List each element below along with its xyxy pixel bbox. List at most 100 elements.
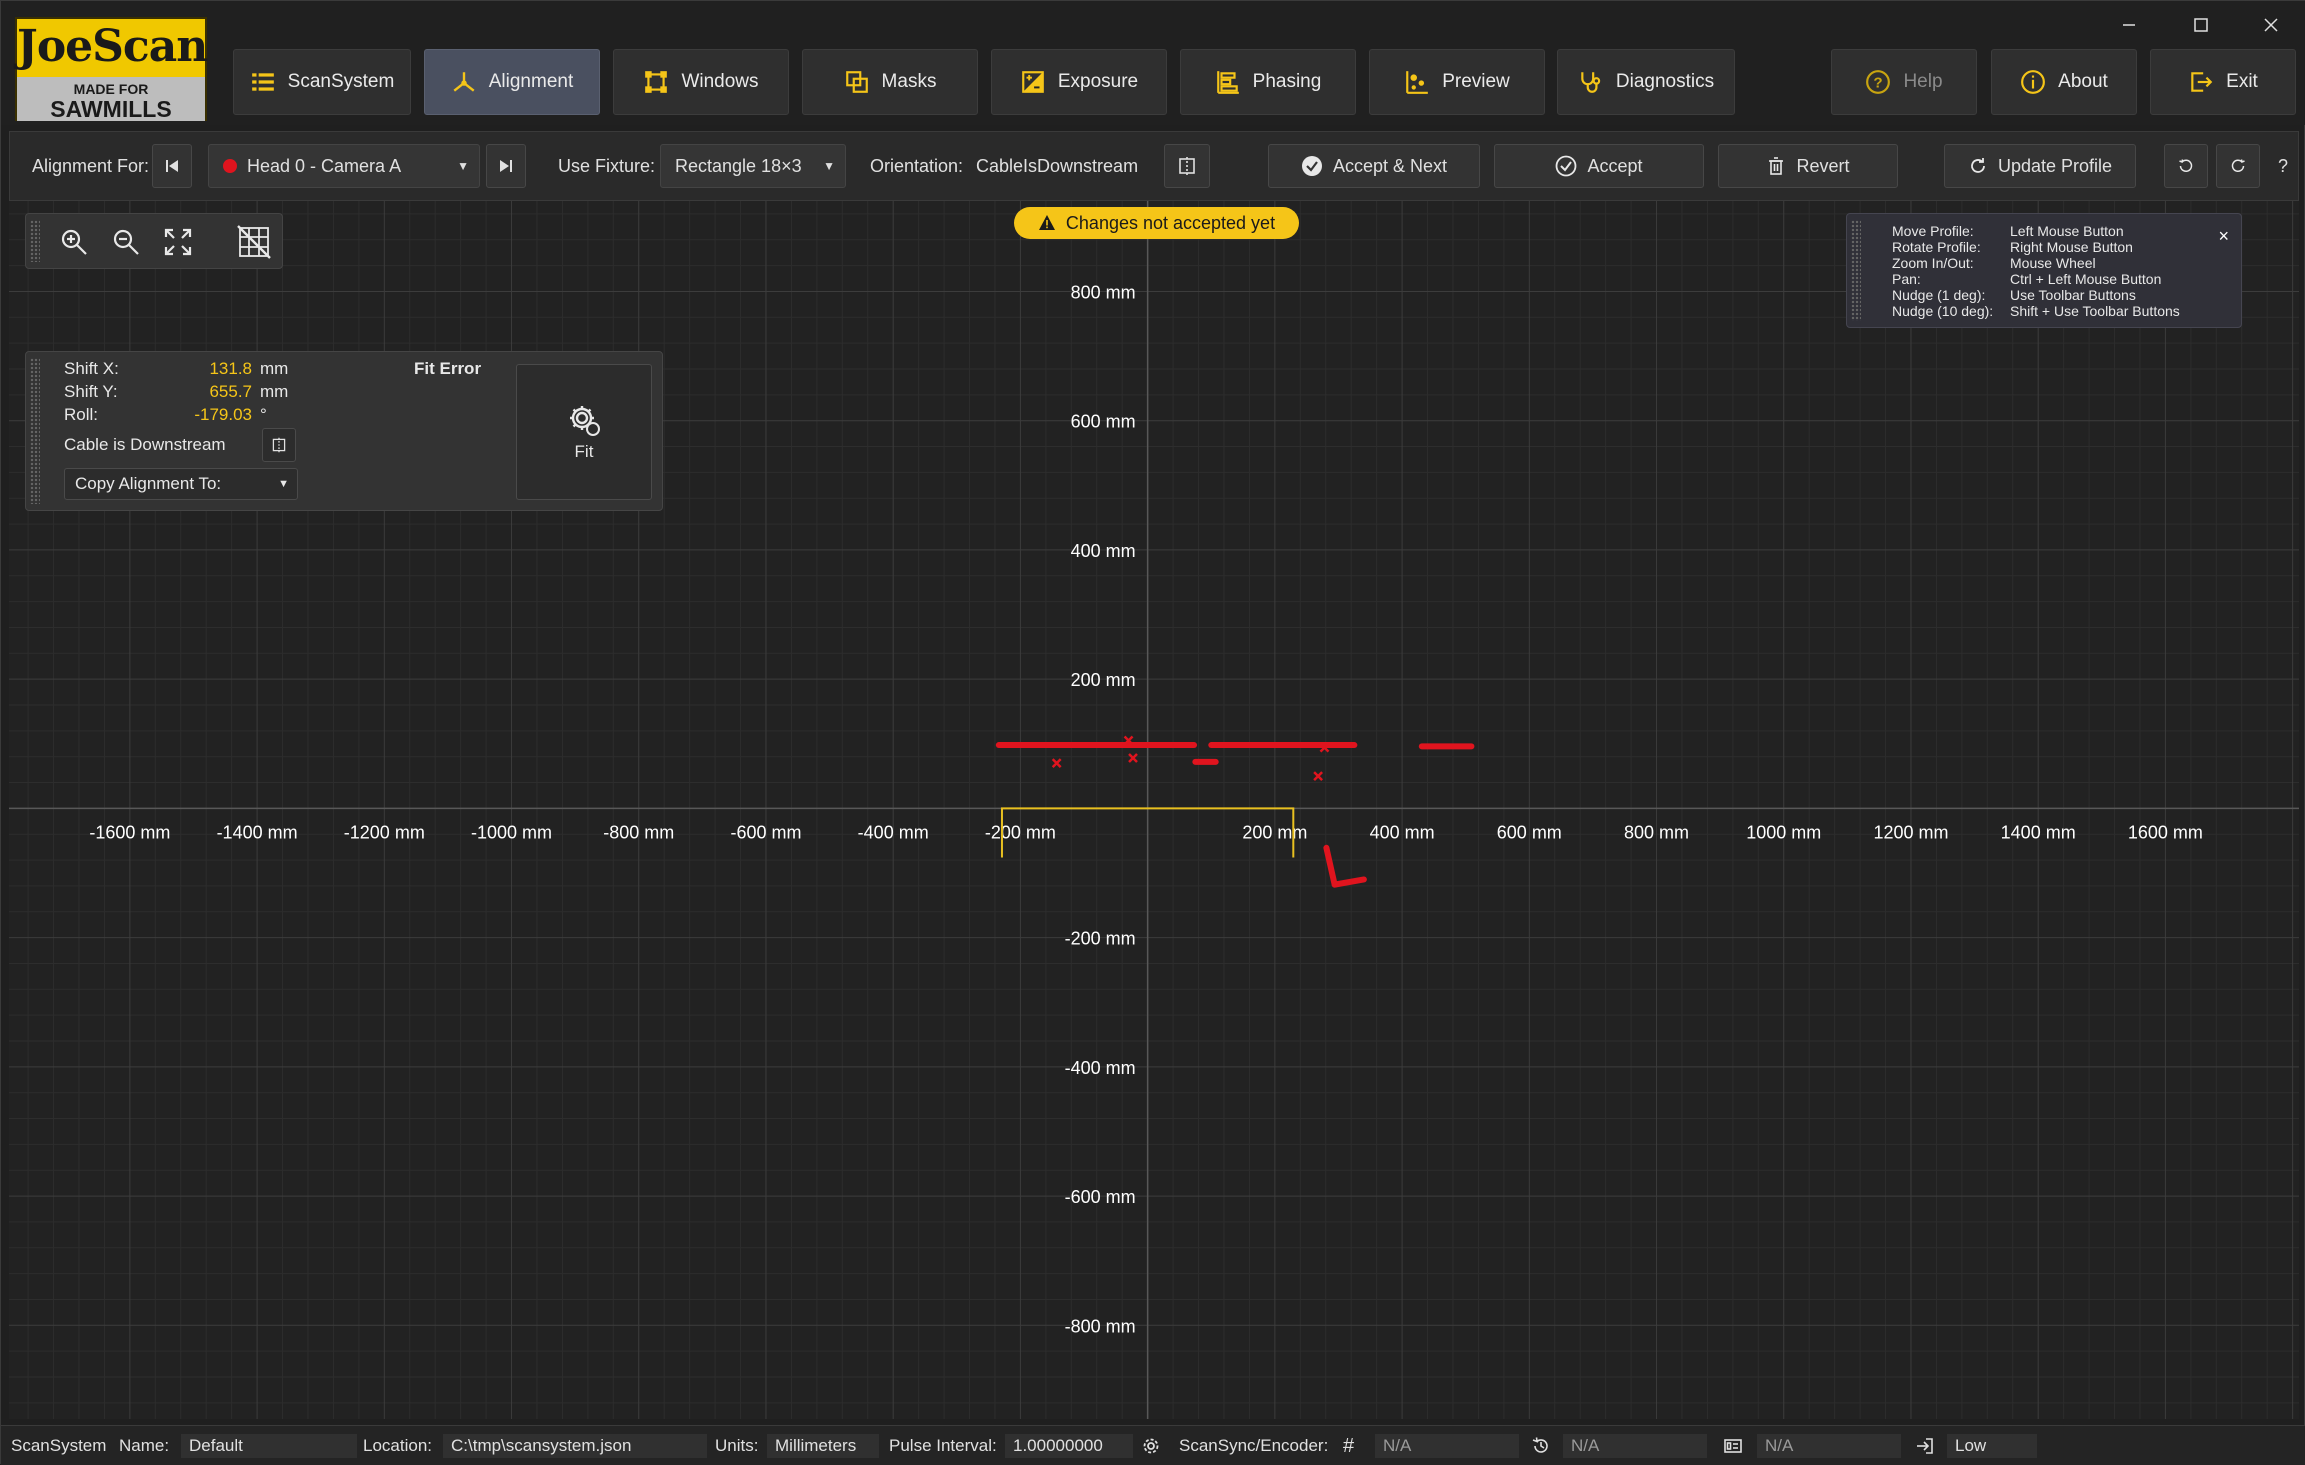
x-tick-label: -600 mm	[730, 822, 801, 842]
x-tick-label: 1400 mm	[2001, 822, 2076, 842]
drag-handle[interactable]	[30, 220, 40, 262]
revert-label: Revert	[1796, 155, 1850, 176]
logo-tag-bottom: SAWMILLS	[50, 96, 172, 122]
accept-button[interactable]: Accept	[1494, 144, 1704, 188]
nav-about-label: About	[2058, 71, 2108, 92]
copy-alignment-select[interactable]: Copy Alignment To: ▼	[64, 468, 298, 500]
next-camera-button[interactable]	[486, 144, 526, 188]
nav-phasing-button[interactable]: Phasing	[1180, 49, 1356, 115]
status-scansystem: ScanSystem	[11, 1436, 107, 1455]
hash-icon: #	[1343, 1434, 1355, 1457]
toolbar-help-button[interactable]: ?	[2274, 144, 2292, 188]
minimize-icon[interactable]	[2099, 9, 2159, 41]
nav-windows-button[interactable]: Windows	[613, 49, 789, 115]
fixture-select[interactable]: Rectangle 18×3 ▼	[660, 144, 846, 188]
x-tick-label: -1400 mm	[217, 822, 298, 842]
help-row: Nudge (1 deg): Use Toolbar Buttons	[1892, 287, 2136, 303]
nav-scansystem-button[interactable]: ScanSystem	[233, 49, 411, 115]
logo-text: JoeScan	[17, 21, 208, 72]
controls-help-overlay: Move Profile: Left Mouse Button Rotate Pr…	[1846, 213, 2242, 328]
help-row: Rotate Profile: Right Mouse Button	[1892, 239, 2133, 255]
nav-preview-button[interactable]: Preview	[1369, 49, 1545, 115]
status-bar: ScanSystem Name: Default Location: C:\tm…	[1, 1425, 2305, 1465]
masks-icon	[845, 71, 868, 93]
x-tick-label: -400 mm	[858, 822, 929, 842]
maximize-icon[interactable]	[2171, 9, 2231, 41]
close-icon[interactable]: ×	[2218, 226, 2229, 247]
grid-toggle-icon[interactable]	[234, 222, 274, 262]
help-circle-icon: ?	[1866, 70, 1891, 94]
nav-exposure-button[interactable]: Exposure	[991, 49, 1167, 115]
status-units-value: Millimeters	[767, 1434, 879, 1458]
phasing-icon	[1216, 71, 1239, 94]
fixture-select-value: Rectangle 18×3	[675, 155, 802, 176]
flip-orientation-small-button[interactable]	[262, 428, 296, 462]
camera-select[interactable]: Head 0 - Camera A ▼	[208, 144, 480, 188]
update-profile-button[interactable]: Update Profile	[1944, 144, 2136, 188]
orientation-label: Orientation:	[870, 155, 964, 176]
shift-y-value[interactable]: 655.7	[156, 381, 252, 403]
zoom-out-icon[interactable]	[106, 222, 146, 262]
stethoscope-icon	[1581, 72, 1601, 93]
close-window-icon[interactable]	[2241, 9, 2301, 41]
roll-value[interactable]: -179.03	[156, 404, 252, 426]
rotate-cw-button[interactable]	[2216, 144, 2260, 188]
profile-point[interactable]	[1051, 758, 1062, 769]
app-window: JoeScan MADE FOR SAWMILLS ScanSystem Ali…	[0, 0, 2305, 1465]
info-icon	[2021, 70, 2046, 94]
revert-button[interactable]: Revert	[1718, 144, 1898, 188]
roll-unit: °	[260, 405, 267, 424]
fit-button[interactable]: Fit	[516, 364, 652, 500]
settings-gear-icon[interactable]	[1141, 1434, 1161, 1458]
svg-text:?: ?	[1874, 74, 1883, 91]
x-tick-label: 600 mm	[1497, 822, 1562, 842]
x-tick-label: 800 mm	[1624, 822, 1689, 842]
shift-x-label: Shift X:	[64, 359, 119, 378]
chevron-down-icon: ▼	[278, 478, 289, 490]
alignment-toolbar: Alignment For: Head 0 - Camera A ▼ Use F…	[9, 131, 2299, 201]
help-row: Move Profile: Left Mouse Button	[1892, 223, 2124, 239]
accept-next-button[interactable]: Accept & Next	[1268, 144, 1480, 188]
profile-point[interactable]	[1313, 771, 1324, 781]
status-name-value: Default	[181, 1434, 357, 1458]
status-encoder-count: N/A	[1375, 1434, 1519, 1458]
rotate-ccw-button[interactable]	[2164, 144, 2208, 188]
nav-diagnostics-button[interactable]: Diagnostics	[1557, 49, 1735, 115]
shift-x-value[interactable]: 131.8	[156, 358, 252, 380]
profile-segment[interactable]	[1331, 876, 1367, 888]
x-tick-label: -800 mm	[603, 822, 674, 842]
flip-orientation-button[interactable]	[1164, 144, 1210, 188]
fit-view-icon[interactable]	[158, 222, 198, 262]
nav-help-button[interactable]: ? Help	[1831, 49, 1977, 115]
drag-handle[interactable]	[1851, 220, 1861, 321]
nav-phasing-label: Phasing	[1252, 71, 1322, 92]
x-tick-label: -1600 mm	[89, 822, 170, 842]
nav-windows-label: Windows	[681, 71, 759, 92]
trash-icon	[1769, 157, 1784, 175]
exit-icon	[2191, 72, 2213, 92]
shift-x-unit: mm	[260, 359, 289, 378]
flip-icon	[1179, 157, 1195, 175]
profile-point[interactable]	[1128, 753, 1138, 763]
drag-handle[interactable]	[30, 358, 40, 504]
view-toolbar	[25, 213, 283, 269]
rotate-cw-icon	[2231, 159, 2245, 172]
nav-masks-label: Masks	[881, 71, 937, 92]
nav-masks-button[interactable]: Masks	[802, 49, 978, 115]
x-tick-label: 1600 mm	[2128, 822, 2203, 842]
exposure-icon	[1022, 71, 1044, 93]
status-name-label: Name:	[119, 1436, 170, 1455]
x-tick-label: 1200 mm	[1873, 822, 1948, 842]
nav-about-button[interactable]: About	[1991, 49, 2137, 115]
profile-segment[interactable]	[1323, 844, 1338, 888]
previous-camera-button[interactable]	[152, 144, 192, 188]
camera-status-dot	[223, 159, 237, 173]
zoom-in-icon[interactable]	[54, 222, 94, 262]
nav-exit-button[interactable]: Exit	[2150, 49, 2296, 115]
nav-alignment-button[interactable]: Alignment	[424, 49, 600, 115]
alignment-values-panel: Shift X: 131.8 mm Shift Y: 655.7 mm Roll…	[25, 351, 663, 511]
status-pulse-value: 1.00000000	[1005, 1434, 1133, 1458]
alignment-icon	[453, 72, 475, 92]
accept-next-label: Accept & Next	[1332, 155, 1448, 176]
status-scansync-label: ScanSync/Encoder:	[1179, 1436, 1329, 1455]
